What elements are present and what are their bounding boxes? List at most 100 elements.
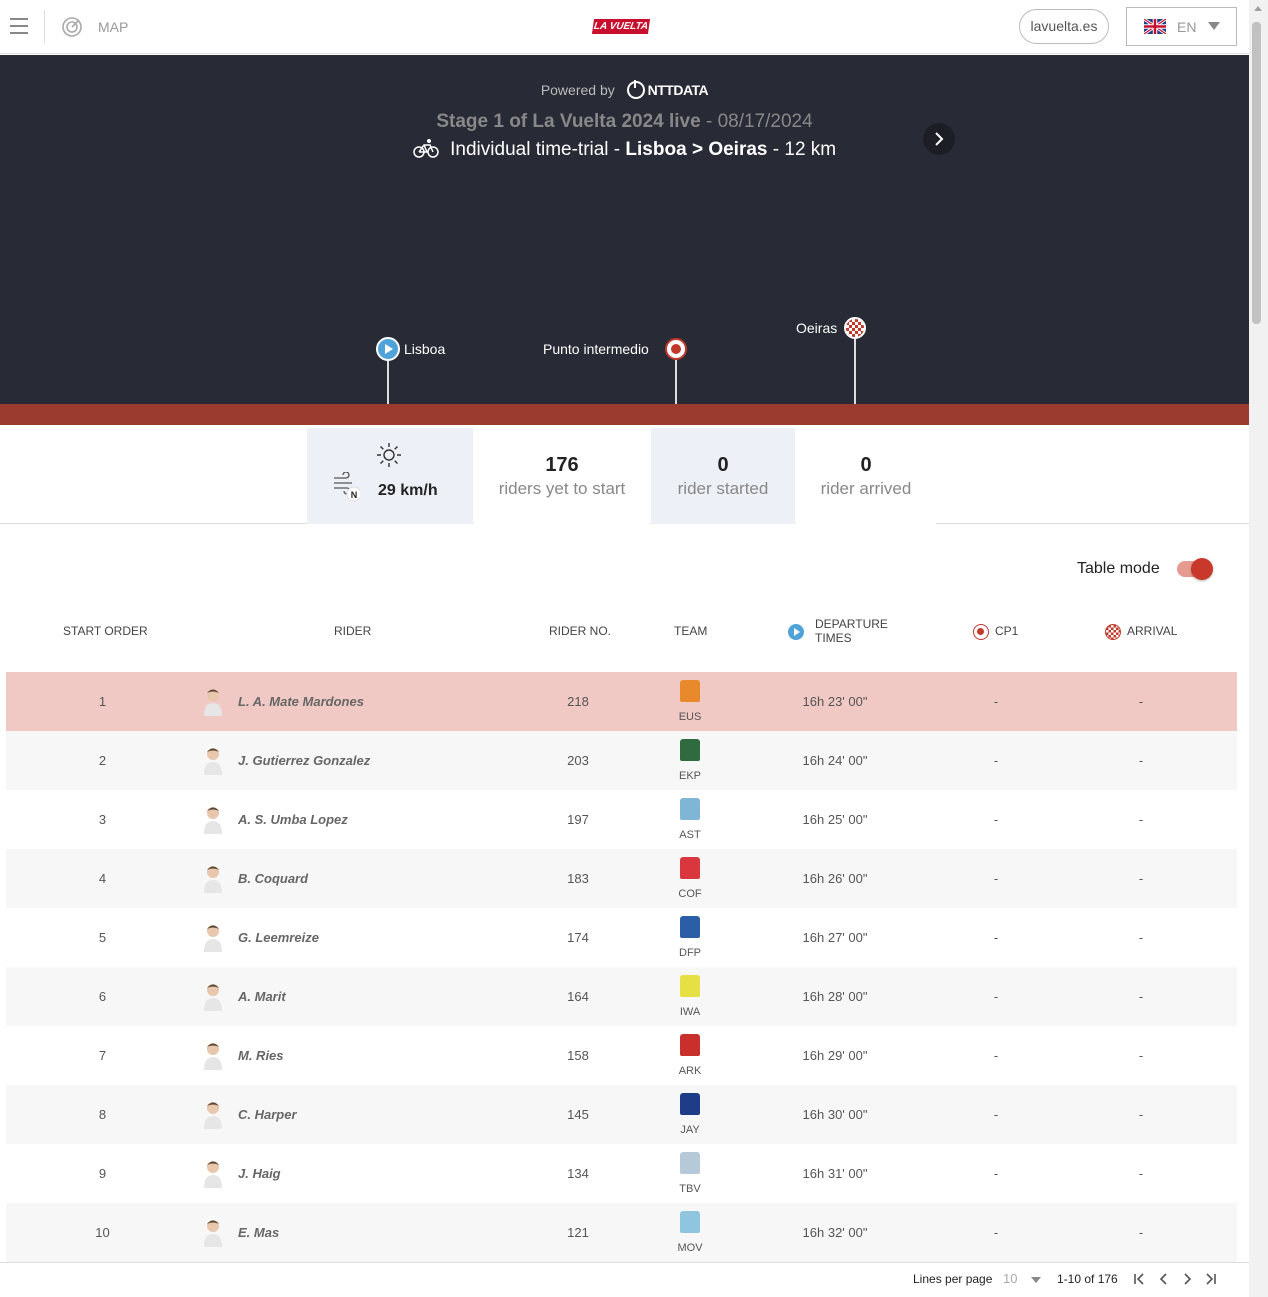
menu-icon[interactable] bbox=[10, 18, 28, 34]
departure-time: 16h 32' 00" bbox=[802, 1225, 868, 1240]
divider bbox=[44, 10, 45, 44]
rider-name[interactable]: B. Coquard bbox=[238, 849, 308, 908]
page-range: 1-10 of 176 bbox=[1057, 1272, 1118, 1286]
route-separator: > bbox=[691, 139, 704, 160]
site-link-button[interactable]: lavuelta.es bbox=[1019, 9, 1109, 44]
cp1-time: - bbox=[993, 694, 999, 709]
start-marker-icon[interactable] bbox=[376, 337, 400, 361]
cp1-time: - bbox=[993, 1048, 999, 1063]
arrival-time: - bbox=[1138, 753, 1144, 768]
departure-time: 16h 31' 00" bbox=[802, 1166, 868, 1181]
rider-name[interactable]: A. S. Umba Lopez bbox=[238, 790, 348, 849]
team-code: ARK bbox=[678, 1065, 702, 1077]
checkpoint-marker-icon[interactable] bbox=[665, 338, 687, 360]
team-jersey-icon bbox=[680, 1211, 700, 1233]
rider-name[interactable]: E. Mas bbox=[238, 1203, 279, 1262]
team-code: COF bbox=[678, 888, 702, 900]
start-order: 3 bbox=[98, 812, 107, 827]
cp1-time: - bbox=[993, 930, 999, 945]
table-row[interactable]: 2 J. Gutierrez Gonzalez 203 EKP 16h 24' 00" -… bbox=[6, 731, 1237, 790]
rider-name[interactable]: G. Leemreize bbox=[238, 908, 319, 967]
language-select[interactable]: EN bbox=[1126, 7, 1237, 46]
table-row[interactable]: 6 A. Marit 164 IWA 16h 28' 00" - - bbox=[6, 967, 1237, 1026]
arrival-time: - bbox=[1138, 1048, 1144, 1063]
previous-page-icon[interactable] bbox=[1157, 1271, 1171, 1287]
language-label: EN bbox=[1177, 19, 1197, 35]
header-arrival-text: ARRIVAL bbox=[1127, 624, 1178, 639]
table-header: START ORDER RIDER RIDER NO. TEAM DEPARTU… bbox=[6, 610, 1237, 670]
start-marker-label: Lisboa bbox=[404, 341, 446, 357]
rider-number: 121 bbox=[567, 1225, 589, 1240]
header-rider-no[interactable]: RIDER NO. bbox=[549, 624, 611, 638]
rider-name[interactable]: A. Marit bbox=[238, 967, 286, 1026]
start-order: 9 bbox=[98, 1166, 107, 1181]
rider-number: 174 bbox=[567, 930, 589, 945]
finish-marker-label: Oeiras bbox=[796, 320, 838, 336]
table-row[interactable]: 4 B. Coquard 183 COF 16h 26' 00" - - bbox=[6, 849, 1237, 908]
table-row[interactable]: 3 A. S. Umba Lopez 197 AST 16h 25' 00" - - bbox=[6, 790, 1237, 849]
last-page-icon[interactable] bbox=[1204, 1271, 1218, 1287]
la-vuelta-logo[interactable]: LA VUELTA bbox=[591, 19, 651, 34]
header-team[interactable]: TEAM bbox=[674, 624, 707, 638]
scroll-up-arrow-icon[interactable] bbox=[1254, 6, 1262, 11]
rider-name[interactable]: J. Haig bbox=[238, 1144, 281, 1203]
arrival-time: - bbox=[1138, 871, 1144, 886]
lines-per-page-select[interactable]: 10 bbox=[1003, 1271, 1017, 1286]
chevron-right-icon bbox=[935, 132, 944, 146]
table-row[interactable]: 7 M. Ries 158 ARK 16h 29' 00" - - bbox=[6, 1026, 1237, 1085]
map-target-icon[interactable] bbox=[61, 16, 83, 38]
rider-avatar bbox=[204, 807, 222, 834]
start-order: 1 bbox=[98, 694, 107, 709]
map-link[interactable]: MAP bbox=[98, 19, 128, 35]
team-jersey-icon bbox=[680, 1034, 700, 1056]
table-mode-toggle[interactable] bbox=[1177, 558, 1213, 580]
rider-name[interactable]: M. Ries bbox=[238, 1026, 284, 1085]
chevron-down-icon[interactable] bbox=[1031, 1277, 1041, 1283]
header-departure[interactable] bbox=[788, 624, 810, 640]
cp1-time: - bbox=[993, 989, 999, 1004]
stage-profile bbox=[0, 404, 1249, 425]
departure-time: 16h 24' 00" bbox=[802, 753, 868, 768]
team-code: AST bbox=[679, 829, 701, 841]
header-start-order[interactable]: START ORDER bbox=[63, 624, 148, 638]
departure-time: 16h 28' 00" bbox=[802, 989, 868, 1004]
finish-flag-icon[interactable] bbox=[844, 317, 866, 339]
arrival-time: - bbox=[1138, 694, 1144, 709]
table-row[interactable]: 10 E. Mas 121 MOV 16h 32' 00" - - bbox=[6, 1203, 1237, 1262]
table-row[interactable]: 8 C. Harper 145 JAY 16h 30' 00" - - bbox=[6, 1085, 1237, 1144]
rider-number: 197 bbox=[567, 812, 589, 827]
team-code: TBV bbox=[679, 1183, 701, 1195]
start-order: 7 bbox=[98, 1048, 107, 1063]
table-row[interactable]: 9 J. Haig 134 TBV 16h 31' 00" - - bbox=[6, 1144, 1237, 1203]
riders-arrived-label: rider arrived bbox=[820, 479, 912, 498]
rider-name[interactable]: J. Gutierrez Gonzalez bbox=[238, 731, 370, 790]
cp1-time: - bbox=[993, 1225, 999, 1240]
intermediate-marker-label: Punto intermedio bbox=[543, 341, 649, 357]
departure-time: 16h 27' 00" bbox=[802, 930, 868, 945]
team-code: EUS bbox=[678, 711, 702, 723]
table-row[interactable]: 1 L. A. Mate Mardones 218 EUS 16h 23' 00" - - bbox=[6, 672, 1237, 731]
start-order: 5 bbox=[98, 930, 107, 945]
top-bar: MAP LA VUELTA lavuelta.es EN bbox=[0, 0, 1249, 54]
table-row[interactable]: 5 G. Leemreize 174 DFP 16h 27' 00" - - bbox=[6, 908, 1237, 967]
next-stage-button[interactable] bbox=[923, 123, 955, 155]
rider-avatar bbox=[204, 689, 222, 716]
riders-yet-to-start-count: 176 bbox=[545, 454, 579, 476]
first-page-icon[interactable] bbox=[1132, 1271, 1146, 1287]
chevron-down-icon bbox=[1208, 22, 1220, 30]
cp1-time: - bbox=[993, 1107, 999, 1122]
header-rider[interactable]: RIDER bbox=[334, 624, 371, 638]
rider-number: 145 bbox=[567, 1107, 589, 1122]
team-code: MOV bbox=[677, 1242, 703, 1254]
departure-time: 16h 26' 00" bbox=[802, 871, 868, 886]
rider-name[interactable]: C. Harper bbox=[238, 1085, 297, 1144]
next-page-icon[interactable] bbox=[1180, 1271, 1194, 1287]
header-arrival[interactable]: ARRIVAL bbox=[1105, 624, 1177, 640]
arrival-time: - bbox=[1138, 1166, 1144, 1181]
header-cp1[interactable]: CP1 bbox=[973, 624, 1018, 640]
stage-date: - 08/17/2024 bbox=[705, 111, 813, 132]
scrollbar-thumb[interactable] bbox=[1252, 22, 1261, 324]
riders-started-count: 0 bbox=[717, 454, 729, 476]
rider-name[interactable]: L. A. Mate Mardones bbox=[238, 672, 364, 731]
table-mode-label: Table mode bbox=[1077, 560, 1160, 577]
